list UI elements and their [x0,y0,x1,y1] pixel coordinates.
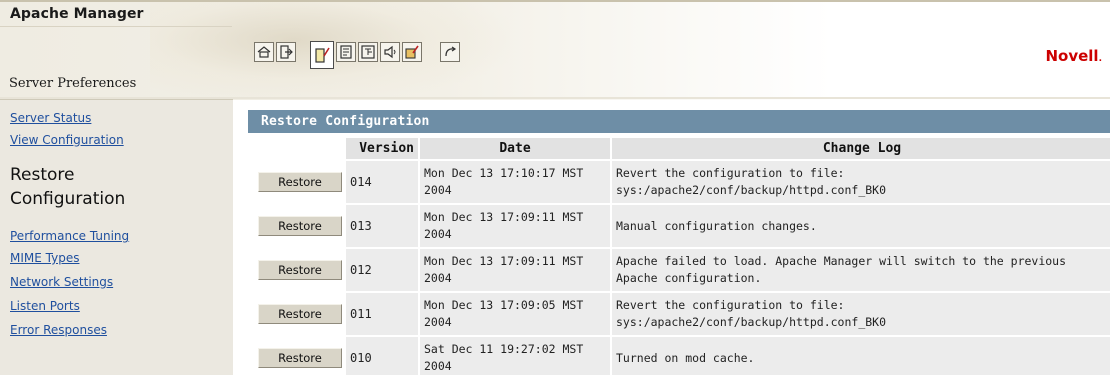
restore-cell: Restore [252,293,344,335]
date-cell: Mon Dec 13 17:09:11 MST 2004 [420,205,610,247]
toolbar [254,41,462,69]
sidebar-item-listen-ports[interactable]: Listen Ports [10,299,80,313]
restore-cell: Restore [252,161,344,203]
column-header-change-log: Change Log [612,138,1110,159]
section-title: Server Preferences [9,76,137,91]
restore-cell: Restore [252,249,344,291]
change-log-cell: Revert the configuration to file: sys:/a… [612,293,1110,335]
column-header-date: Date [420,138,610,159]
restore-cell: Restore [252,205,344,247]
date-cell: Mon Dec 13 17:09:11 MST 2004 [420,249,610,291]
restore-button[interactable]: Restore [258,172,342,192]
date-cell: Mon Dec 13 17:09:05 MST 2004 [420,293,610,335]
exit-icon[interactable] [276,42,296,62]
restore-button[interactable]: Restore [258,260,342,280]
sidebar-item-error-responses[interactable]: Error Responses [10,323,107,337]
app-header: Apache Manager Novell. Server Preference… [0,0,1110,100]
header-blank-cell [252,138,344,159]
change-log-cell: Apache failed to load. Apache Manager wi… [612,249,1110,291]
tree-icon[interactable] [358,42,378,62]
panel-title: Restore Configuration [248,110,1110,133]
restore-button[interactable]: Restore [258,348,342,368]
server-preferences-icon[interactable] [310,41,334,69]
header-top-line [0,0,1110,2]
table-header-row: Version Date Change Log [252,138,1110,159]
version-cell: 011 [346,293,418,335]
brand-dot: . [1098,54,1102,64]
brand-name: Novell [1045,47,1099,65]
brand-logo: Novell. [1045,47,1102,65]
sidebar-item-network-settings[interactable]: Network Settings [10,275,113,289]
version-cell: 014 [346,161,418,203]
table-row: Restore 012 Mon Dec 13 17:09:11 MST 2004… [252,249,1110,291]
table-row: Restore 010 Sat Dec 11 19:27:02 MST 2004… [252,337,1110,375]
header-divider [0,26,232,27]
edit-icon[interactable] [402,42,422,62]
sidebar-item-restore-configuration: Restore Configuration [10,165,126,209]
speaker-icon[interactable] [380,42,400,62]
table-row: Restore 014 Mon Dec 13 17:10:17 MST 2004… [252,161,1110,203]
version-cell: 013 [346,205,418,247]
home-icon[interactable] [254,42,274,62]
refresh-icon[interactable] [440,42,460,62]
table-row: Restore 011 Mon Dec 13 17:09:05 MST 2004… [252,293,1110,335]
restore-button[interactable]: Restore [258,304,342,324]
sidebar-item-view-configuration[interactable]: View Configuration [10,133,124,147]
sidebar-item-server-status[interactable]: Server Status [10,111,91,125]
restore-table: Version Date Change Log Restore 014 Mon … [250,136,1110,375]
version-cell: 010 [346,337,418,375]
table-row: Restore 013 Mon Dec 13 17:09:11 MST 2004… [252,205,1110,247]
change-log-cell: Turned on mod cache. [612,337,1110,375]
restore-cell: Restore [252,337,344,375]
date-cell: Mon Dec 13 17:10:17 MST 2004 [420,161,610,203]
version-cell: 012 [346,249,418,291]
change-log-cell: Manual configuration changes. [612,205,1110,247]
sidebar: Server Status View Configuration Restore… [0,99,233,375]
date-cell: Sat Dec 11 19:27:02 MST 2004 [420,337,610,375]
sidebar-item-performance-tuning[interactable]: Performance Tuning [10,229,129,243]
restore-button[interactable]: Restore [258,216,342,236]
sidebar-item-mime-types[interactable]: MIME Types [10,251,79,265]
change-log-cell: Revert the configuration to file: sys:/a… [612,161,1110,203]
document-icon[interactable] [336,42,356,62]
column-header-version: Version [346,138,418,159]
app-title: Apache Manager [10,6,144,22]
